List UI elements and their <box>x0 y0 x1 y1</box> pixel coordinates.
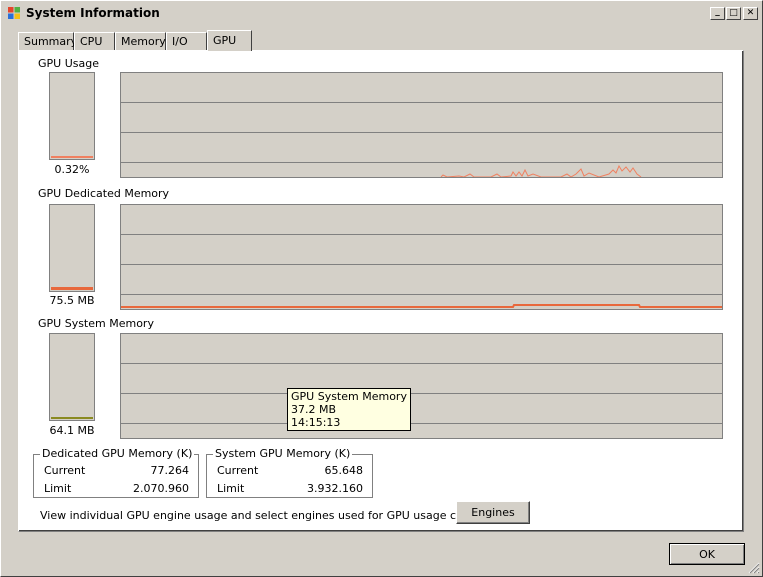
close-button[interactable]: ✕ <box>743 7 758 20</box>
tooltip-time: 14:15:13 <box>291 416 341 429</box>
tab-summary-label: Summary <box>24 35 78 48</box>
system-current-value: 65.648 <box>324 464 364 477</box>
title-bar[interactable]: System Information _ □ ✕ <box>3 3 760 23</box>
system-current-label: Current <box>217 464 259 477</box>
tab-gpu-label: GPU <box>213 34 237 47</box>
dedicated-memory-meter-fill <box>51 287 93 290</box>
graph-tooltip: GPU System Memory 37.2 MB 14:15:13 <box>287 388 411 431</box>
dedicated-current-label: Current <box>44 464 86 477</box>
gpu-tab-panel: GPU Usage 0.32% GPU Dedicated Memory 75.… <box>18 50 744 532</box>
ok-button-label: OK <box>699 547 715 561</box>
close-icon: ✕ <box>746 8 755 18</box>
tab-memory-label: Memory <box>121 35 166 48</box>
minimize-button[interactable]: _ <box>710 7 725 20</box>
system-group-title: System GPU Memory (K) <box>213 447 353 460</box>
system-memory-graph <box>120 333 723 439</box>
gpu-usage-graph-svg <box>121 102 722 177</box>
system-gpu-memory-group: System GPU Memory (K) Current 65.648 Lim… <box>206 447 373 498</box>
dedicated-memory-graph <box>120 204 723 310</box>
resize-grip-icon[interactable] <box>748 562 760 574</box>
maximize-button[interactable]: □ <box>726 7 741 20</box>
dedicated-memory-graph-svg <box>121 234 722 308</box>
gpu-usage-meter-fill <box>51 156 93 158</box>
tooltip-value: 37.2 MB <box>291 403 337 416</box>
dedicated-gpu-memory-group: Dedicated GPU Memory (K) Current 77.264 … <box>33 447 199 498</box>
dedicated-group-title: Dedicated GPU Memory (K) <box>40 447 195 460</box>
tab-io[interactable]: I/O <box>166 32 207 50</box>
dedicated-current-value: 77.264 <box>150 464 190 477</box>
tab-memory[interactable]: Memory <box>115 32 166 50</box>
dedicated-memory-series <box>121 304 722 308</box>
tab-io-label: I/O <box>172 35 188 48</box>
ok-button[interactable]: OK <box>669 543 745 565</box>
gpu-usage-graph <box>120 72 723 178</box>
system-memory-label: GPU System Memory <box>38 317 154 330</box>
dedicated-memory-label: GPU Dedicated Memory <box>38 187 170 200</box>
window-title: System Information <box>26 6 160 20</box>
system-limit-label: Limit <box>217 482 245 495</box>
dedicated-limit-label: Limit <box>44 482 72 495</box>
engines-prompt: View individual GPU engine usage and sel… <box>40 509 520 522</box>
gpu-usage-label: GPU Usage <box>38 57 99 70</box>
system-information-window: System Information _ □ ✕ Summary CPU Mem… <box>0 0 763 577</box>
gpu-usage-value: 0.32% <box>54 163 90 176</box>
tab-cpu-label: CPU <box>80 35 103 48</box>
system-memory-meter-fill <box>51 417 93 419</box>
dedicated-memory-value: 75.5 MB <box>49 294 95 307</box>
system-memory-value: 64.1 MB <box>49 424 95 437</box>
tab-cpu[interactable]: CPU <box>74 32 115 50</box>
dedicated-memory-meter <box>49 204 95 292</box>
system-limit-value: 3.932.160 <box>307 482 363 495</box>
tab-gpu[interactable]: GPU <box>207 30 252 51</box>
tab-summary[interactable]: Summary <box>18 32 78 50</box>
tooltip-title: GPU System Memory <box>291 390 407 403</box>
windows-logo-icon <box>8 7 20 19</box>
engines-button-label: Engines <box>471 506 515 519</box>
gpu-usage-series <box>440 164 642 177</box>
system-memory-meter <box>49 333 95 421</box>
dedicated-limit-value: 2.070.960 <box>133 482 189 495</box>
system-memory-graph-svg <box>121 363 722 424</box>
gpu-usage-meter <box>49 72 95 160</box>
minimize-icon: _ <box>715 6 720 17</box>
engines-button[interactable]: Engines <box>456 501 530 524</box>
maximize-icon: □ <box>729 8 738 18</box>
